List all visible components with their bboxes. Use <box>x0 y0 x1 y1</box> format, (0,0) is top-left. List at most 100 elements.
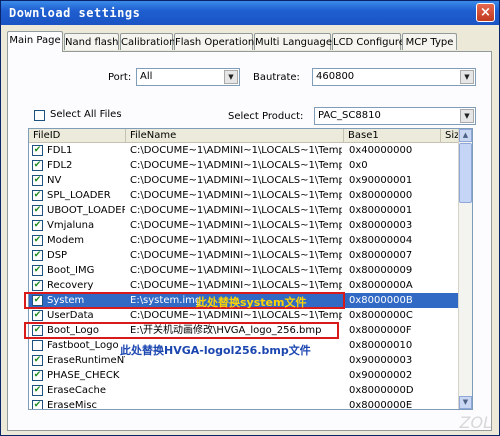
row-checkbox[interactable]: ✔ <box>32 280 43 291</box>
file-base: 0x8000000A <box>349 280 413 291</box>
row-checkbox[interactable]: ✔ <box>32 235 43 246</box>
file-id: Vmjaluna <box>47 220 95 231</box>
file-name <box>130 368 342 383</box>
row-checkbox[interactable]: ✔ <box>32 145 43 156</box>
file-name: C:\DOCUME~1\ADMINI~1\LOCALS~1\Temp\... <box>130 175 342 186</box>
table-row[interactable]: ✔ Recovery C:\DOCUME~1\ADMINI~1\LOCALS~1\T… <box>29 278 461 293</box>
product-select[interactable]: PAC_SC8810 ▼ <box>314 107 476 125</box>
table-row[interactable]: ✔ Modem C:\DOCUME~1\ADMINI~1\LOCALS~1\Temp… <box>29 233 461 248</box>
file-base: 0x80000009 <box>349 265 413 276</box>
column-header-fileid[interactable]: FileID <box>29 129 126 143</box>
table-row[interactable]: ✔ EraseCache 0x8000000D <box>29 383 461 398</box>
file-name: C:\DOCUME~1\ADMINI~1\LOCALS~1\Temp\... <box>130 190 342 201</box>
row-checkbox[interactable]: ✔ <box>32 400 43 409</box>
file-name: C:\DOCUME~1\ADMINI~1\LOCALS~1\Temp\... <box>130 235 342 246</box>
window-title: Download settings <box>9 6 141 20</box>
row-checkbox[interactable]: ✔ <box>32 160 43 171</box>
row-checkbox[interactable]: ✔ <box>32 310 43 321</box>
table-row[interactable]: ✔ Vmjaluna C:\DOCUME~1\ADMINI~1\LOCALS~1\T… <box>29 218 461 233</box>
title-bar[interactable]: Download settings × <box>1 1 499 25</box>
file-name: C:\DOCUME~1\ADMINI~1\LOCALS~1\Temp\... <box>130 145 342 156</box>
column-header-base1[interactable]: Base1 <box>344 129 441 143</box>
file-list-header: FileID FileName Base1 Size <box>29 129 471 143</box>
file-base: 0x8000000E <box>349 400 413 410</box>
file-base: 0x90000001 <box>349 175 413 186</box>
row-checkbox[interactable]: ✔ <box>32 385 43 396</box>
file-base: 0x80000007 <box>349 250 413 261</box>
table-row[interactable]: ✔ FDL2 C:\DOCUME~1\ADMINI~1\LOCALS~1\Temp\… <box>29 158 461 173</box>
vertical-scrollbar[interactable]: ▲ ▼ <box>458 129 472 409</box>
system-annotation: 此处替换system文件 <box>196 296 307 309</box>
port-value: All <box>140 71 153 82</box>
tab-mcp-type[interactable]: MCP Type <box>402 33 457 50</box>
file-list: FileID FileName Base1 Size ✔ FDL1 C:\DOCUM… <box>28 128 473 410</box>
scroll-down-icon[interactable]: ▼ <box>459 396 472 409</box>
tab-nand-flash[interactable]: Nand flash <box>64 33 119 50</box>
file-id: DSP <box>47 250 68 261</box>
file-base: 0x40000000 <box>349 145 413 156</box>
select-all-label: Select All Files <box>50 109 122 120</box>
row-checkbox[interactable]: ✔ <box>32 175 43 186</box>
table-row[interactable]: ✔ UBOOT_LOADER C:\DOCUME~1\ADMINI~1\LOCALS… <box>29 203 461 218</box>
file-name <box>130 383 342 398</box>
file-id: EraseMisc <box>47 400 98 410</box>
row-checkbox[interactable]: ✔ <box>32 190 43 201</box>
row-checkbox[interactable]: ✔ <box>32 250 43 261</box>
product-value: PAC_SC8810 <box>318 110 381 121</box>
tab-main-page[interactable]: Main Page <box>7 31 63 52</box>
tab-multi-languages[interactable]: Multi Languages <box>254 33 337 50</box>
row-checkbox[interactable]: ✔ <box>32 205 43 216</box>
file-name: C:\DOCUME~1\ADMINI~1\LOCALS~1\Temp\... <box>130 250 342 261</box>
select-product-label: Select Product: <box>228 111 304 122</box>
file-base: 0x8000000D <box>349 385 414 396</box>
file-id: FDL2 <box>47 160 73 171</box>
file-base: 0x90000003 <box>349 355 413 366</box>
scroll-up-icon[interactable]: ▲ <box>459 129 472 142</box>
chevron-down-icon[interactable]: ▼ <box>224 70 238 84</box>
table-row[interactable]: ✔ UserData C:\DOCUME~1\ADMINI~1\LOCALS~1\T… <box>29 308 461 323</box>
table-row[interactable]: ✔ DSP C:\DOCUME~1\ADMINI~1\LOCALS~1\Temp\.… <box>29 248 461 263</box>
file-name: C:\DOCUME~1\ADMINI~1\LOCALS~1\Temp\... <box>130 265 342 276</box>
file-id: SPL_LOADER <box>47 190 111 201</box>
file-base: 0x8000000C <box>349 310 413 321</box>
file-name: C:\DOCUME~1\ADMINI~1\LOCALS~1\Temp\... <box>130 220 342 231</box>
file-base: 0x8000000B <box>349 295 413 306</box>
table-row[interactable]: ✔ PHASE_CHECK 0x90000002 <box>29 368 461 383</box>
tab-flash-operations[interactable]: Flash Operations <box>174 33 259 50</box>
row-checkbox[interactable]: ✔ <box>32 220 43 231</box>
tab-lcd-configure[interactable]: LCD Configure <box>332 33 405 50</box>
table-row[interactable]: ✔ EraseMisc 0x8000000E <box>29 398 461 410</box>
file-name: C:\DOCUME~1\ADMINI~1\LOCALS~1\Temp\... <box>130 280 342 291</box>
baudrate-select[interactable]: 460800 ▼ <box>312 68 476 86</box>
file-id: UBOOT_LOADER <box>47 205 125 216</box>
port-select[interactable]: All ▼ <box>136 68 240 86</box>
row-checkbox[interactable] <box>32 340 43 351</box>
row-checkbox[interactable]: ✔ <box>32 370 43 381</box>
file-id: FDL1 <box>47 145 73 156</box>
chevron-down-icon[interactable]: ▼ <box>460 70 474 84</box>
file-base: 0x80000001 <box>349 205 413 216</box>
file-id: NV <box>47 175 62 186</box>
row-checkbox[interactable]: ✔ <box>32 265 43 276</box>
baudrate-value: 460800 <box>316 71 355 82</box>
tab-calibration[interactable]: Calibration <box>120 33 175 50</box>
file-id: EraseCache <box>47 385 107 396</box>
close-button[interactable]: × <box>476 3 495 22</box>
row-checkbox[interactable]: ✔ <box>32 355 43 366</box>
bootlogo-annotation: 此处替换HVGA-logol256.bmp文件 <box>120 344 311 357</box>
scroll-thumb[interactable] <box>459 143 472 203</box>
table-row[interactable]: ✔ NV C:\DOCUME~1\ADMINI~1\LOCALS~1\Temp\..… <box>29 173 461 188</box>
table-row[interactable]: ✔ Boot_IMG C:\DOCUME~1\ADMINI~1\LOCALS~1\T… <box>29 263 461 278</box>
column-header-filename[interactable]: FileName <box>126 129 344 143</box>
file-name: C:\DOCUME~1\ADMINI~1\LOCALS~1\Temp\... <box>130 205 342 216</box>
file-base: 0x80000000 <box>349 190 413 201</box>
file-id: Boot_IMG <box>47 265 95 276</box>
select-all-checkbox[interactable] <box>34 110 45 121</box>
file-id: Modem <box>47 235 84 246</box>
table-row[interactable]: ✔ FDL1 C:\DOCUME~1\ADMINI~1\LOCALS~1\Temp\… <box>29 143 461 158</box>
table-row[interactable]: ✔ SPL_LOADER C:\DOCUME~1\ADMINI~1\LOCALS~1… <box>29 188 461 203</box>
file-name: C:\DOCUME~1\ADMINI~1\LOCALS~1\Temp\... <box>130 310 342 321</box>
file-id: UserData <box>47 310 94 321</box>
file-base: 0x80000003 <box>349 220 413 231</box>
chevron-down-icon[interactable]: ▼ <box>460 109 474 123</box>
